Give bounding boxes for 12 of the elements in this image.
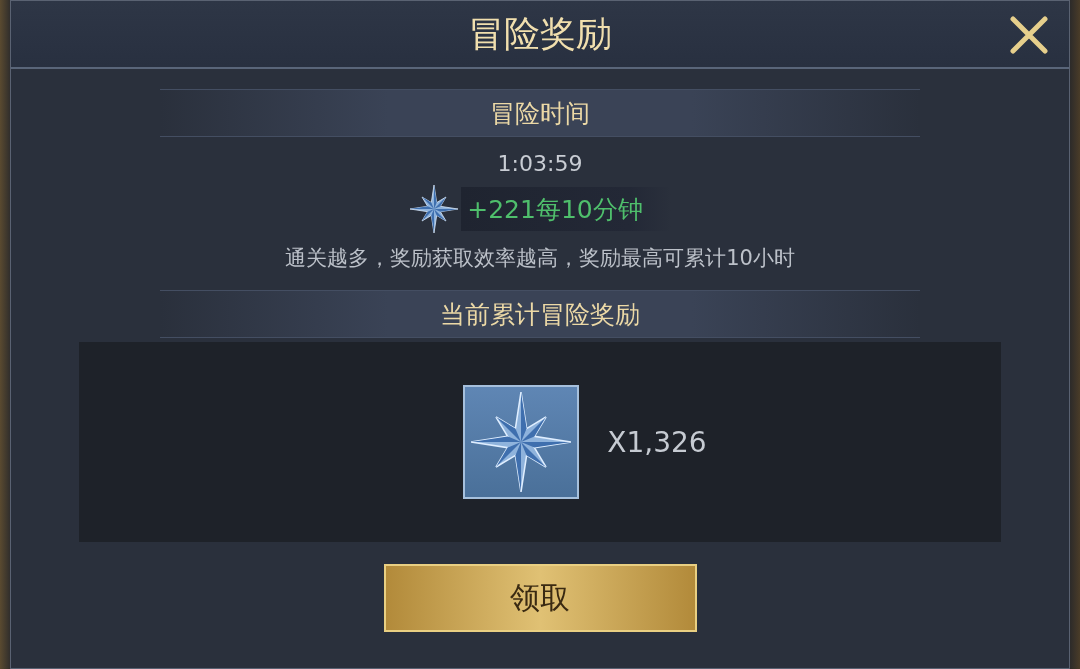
- star-icon: [409, 184, 460, 234]
- note-text: 通关越多，奖励获取效率越高，奖励最高可累计10小时: [285, 245, 795, 272]
- claim-button[interactable]: 领取: [383, 564, 697, 632]
- section-heading: 当前累计冒险奖励: [440, 298, 640, 331]
- dialog-title: 冒险奖励: [468, 11, 612, 56]
- close-icon[interactable]: [1009, 15, 1049, 55]
- item-quantity: X1,326: [607, 425, 707, 459]
- item-slot[interactable]: [463, 385, 580, 499]
- star-icon: [469, 390, 574, 494]
- rate-text: +221每10分钟: [467, 193, 643, 226]
- timer-text: 1:03:59: [497, 151, 583, 176]
- section-heading: 冒险时间: [490, 97, 590, 130]
